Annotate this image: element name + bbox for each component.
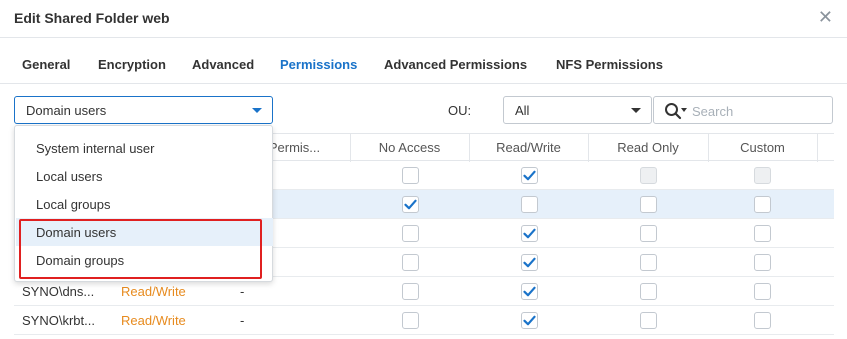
checkbox-no-access[interactable] [402,254,419,271]
dropdown-option-local-groups[interactable]: Local groups [16,190,273,218]
user-type-value: Domain users [26,103,107,118]
column-header-custom[interactable]: Custom [708,140,817,155]
checkbox-read-only[interactable] [640,225,657,242]
checkbox-custom[interactable] [754,196,771,213]
search-icon [665,103,682,120]
chevron-down-icon [631,108,641,113]
checkbox-read-only[interactable] [640,283,657,300]
checkbox-read-only[interactable] [640,196,657,213]
search-box[interactable] [653,96,833,124]
table-row[interactable]: SYNO\krbt... Read/Write - [14,306,834,335]
checkbox-no-access[interactable] [402,283,419,300]
ou-value: All [515,103,530,118]
column-header-no-access[interactable]: No Access [350,140,469,155]
checkbox-read-write[interactable] [521,225,538,242]
checkbox-no-access[interactable] [402,167,419,184]
dropdown-option-system-internal-user[interactable]: System internal user [16,134,273,162]
user-name: SYNO\krbt... [22,313,95,328]
tab-bar: General Encryption Advanced Permissions … [0,38,847,84]
user-type-select[interactable]: Domain users [14,96,273,124]
search-input[interactable] [692,101,826,121]
tab-permissions[interactable]: Permissions [280,57,357,72]
check-icon [404,199,417,210]
check-icon [523,286,536,297]
ou-label: OU: [448,103,472,118]
checkbox-custom[interactable] [754,254,771,271]
ou-select[interactable]: All [503,96,652,124]
column-header-read-only[interactable]: Read Only [588,140,708,155]
column-divider [817,134,818,162]
checkbox-read-only[interactable] [640,312,657,329]
option-label: Local users [36,169,103,184]
dialog-titlebar: Edit Shared Folder web ✕ [0,0,847,38]
checkbox-no-access[interactable] [402,196,419,213]
option-label: System internal user [36,141,155,156]
checkbox-read-write[interactable] [521,167,538,184]
checkbox-read-only[interactable] [640,254,657,271]
tab-nfs-permissions[interactable]: NFS Permissions [556,57,663,72]
permission-preview: Read/Write [121,313,186,328]
inherited-permission: - [240,284,245,299]
checkbox-read-write[interactable] [521,254,538,271]
check-icon [523,315,536,326]
dropdown-option-domain-users[interactable]: Domain users [16,218,273,246]
option-label: Local groups [36,197,111,212]
tab-general[interactable]: General [22,57,70,72]
dropdown-option-domain-groups[interactable]: Domain groups [16,246,273,274]
close-icon[interactable]: ✕ [818,7,833,28]
checkbox-no-access[interactable] [402,225,419,242]
option-label: Domain users [36,225,117,240]
checkbox-read-write[interactable] [521,196,538,213]
checkbox-read-write[interactable] [521,283,538,300]
checkbox-no-access[interactable] [402,312,419,329]
check-icon [523,257,536,268]
user-name: SYNO\dns... [22,284,95,299]
tab-encryption[interactable]: Encryption [98,57,166,72]
check-icon [523,228,536,239]
checkbox-read-write[interactable] [521,312,538,329]
dropdown-option-local-users[interactable]: Local users [16,162,273,190]
option-label: Domain groups [36,253,125,268]
column-header-read-write[interactable]: Read/Write [469,140,588,155]
inherited-permission: - [240,313,245,328]
search-options-chevron-icon[interactable] [681,108,687,112]
permission-preview: Read/Write [121,284,186,299]
chevron-down-icon [252,108,262,113]
user-type-dropdown: System internal user Local users Local g… [14,125,273,282]
tab-advanced[interactable]: Advanced [192,57,254,72]
checkbox-custom[interactable] [754,283,771,300]
tab-advanced-permissions[interactable]: Advanced Permissions [384,57,527,72]
dialog-title: Edit Shared Folder web [14,10,170,26]
checkbox-custom[interactable] [754,225,771,242]
check-icon [523,170,536,181]
checkbox-custom[interactable] [754,167,771,184]
checkbox-read-only[interactable] [640,167,657,184]
checkbox-custom[interactable] [754,312,771,329]
